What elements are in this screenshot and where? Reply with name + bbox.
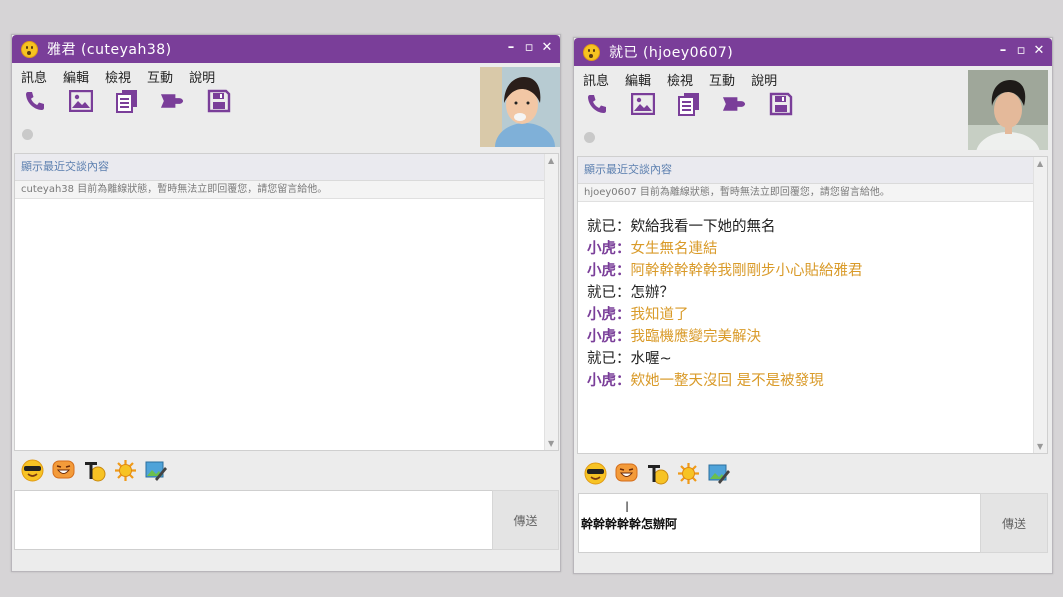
menu-message[interactable]: 訊息 [21,67,47,86]
files-icon[interactable] [114,88,139,113]
sunglasses-face-icon[interactable] [21,459,44,482]
scroll-down-icon[interactable]: ▼ [548,439,554,448]
sunglasses-face-icon[interactable] [584,462,607,485]
text-cursor-icon: I [625,500,630,516]
message-text: 我知道了 [630,307,689,323]
minimize-button[interactable]: – [504,40,518,56]
message-input[interactable]: I 幹幹幹幹幹怎辦阿 [578,493,981,553]
avatar[interactable] [968,70,1048,150]
chat-window-right: 就已 (hjoey0607) – ▫ ✕ 訊息 編輯 檢視 互動 說明 顯示最近… [573,37,1053,574]
chat-history[interactable]: 顯示最近交談內容 cuteyah38 目前為離線狀態，暫時無法立即回覆您，請您留… [14,153,559,451]
presence-indicator [22,129,33,140]
chat-message: 小虎：欸她一整天沒回 是不是被發現 [587,370,1047,392]
scroll-up-icon[interactable]: ▲ [1037,159,1043,168]
message-text: 阿幹幹幹幹幹我剛剛步小心貼給雅君 [630,263,863,279]
chat-message: 小虎：我臨機應變完美解決 [587,326,1047,348]
show-recent-link[interactable]: 顯示最近交談內容 [578,157,1047,184]
scroll-down-icon[interactable]: ▼ [1037,442,1043,451]
chat-history[interactable]: 顯示最近交談內容 hjoey0607 目前為離線狀態，暫時無法立即回覆您，請您留… [577,156,1048,454]
chat-message: 就已：怎辦？ [587,282,1047,304]
titlebar[interactable]: 就已 (hjoey0607) – ▫ ✕ [574,38,1052,66]
message-text: 怎辦？ [630,285,675,301]
menu-help[interactable]: 說明 [751,70,777,89]
menu-edit[interactable]: 編輯 [63,67,89,86]
save-icon[interactable] [768,91,793,116]
message-input-text: 幹幹幹幹幹怎辦阿 [581,517,678,531]
chat-message: 就已：水喔~ [587,348,1047,370]
scrollbar[interactable]: ▲ ▼ [544,154,558,450]
presence-indicator [584,132,595,143]
message-text: 欸她一整天沒回 是不是被發現 [630,373,824,389]
save-icon[interactable] [206,88,231,113]
menu-view[interactable]: 檢視 [667,70,693,89]
edit-image-icon[interactable] [145,459,168,482]
status-face-icon [21,40,38,58]
status-face-icon [583,43,600,61]
photo-icon[interactable] [68,88,93,113]
message-sender: 小虎： [587,307,631,323]
message-sender: 就已： [587,219,631,235]
laughing-face-icon[interactable] [52,459,75,482]
chat-message: 小虎：阿幹幹幹幹幹我剛剛步小心貼給雅君 [587,260,1047,282]
photo-icon[interactable] [630,91,655,116]
files-icon[interactable] [676,91,701,116]
font-style-icon[interactable] [83,459,106,482]
edit-image-icon[interactable] [708,462,731,485]
plugin-icon[interactable] [160,88,185,113]
message-text: 水喔~ [630,351,672,367]
menu-interact[interactable]: 互動 [709,70,735,89]
emoji-toolbar [584,462,731,485]
font-style-icon[interactable] [646,462,669,485]
menu-help[interactable]: 說明 [189,67,215,86]
emoji-toolbar [21,459,168,482]
menu-view[interactable]: 檢視 [105,67,131,86]
maximize-button[interactable]: ▫ [522,40,536,56]
offline-notice: hjoey0607 目前為離線狀態，暫時無法立即回覆您，請您留言給他。 [578,184,1047,202]
toolbar [22,88,231,113]
message-sender: 就已： [587,351,631,367]
minimize-button[interactable]: – [996,43,1010,59]
avatar[interactable] [480,67,560,147]
menu-message[interactable]: 訊息 [583,70,609,89]
message-list: 就已：欸給我看一下她的無名 小虎：女生無名連結 小虎：阿幹幹幹幹幹我剛剛步小心貼給雅… [578,202,1047,392]
send-button[interactable]: 傳送 [492,490,559,550]
message-text: 女生無名連結 [630,241,718,257]
show-recent-link[interactable]: 顯示最近交談內容 [15,154,558,181]
chat-message: 小虎：我知道了 [587,304,1047,326]
send-button[interactable]: 傳送 [980,493,1048,553]
message-input[interactable] [14,490,493,550]
window-title: 雅君 (cuteyah38) [47,42,172,58]
message-sender: 小虎： [587,329,631,345]
scrollbar[interactable]: ▲ ▼ [1033,157,1047,453]
laughing-face-icon[interactable] [615,462,638,485]
window-title: 就已 (hjoey0607) [609,45,734,61]
message-text: 我臨機應變完美解決 [630,329,762,345]
message-text: 欸給我看一下她的無名 [630,219,776,235]
offline-notice: cuteyah38 目前為離線狀態，暫時無法立即回覆您，請您留言給他。 [15,181,558,199]
chat-window-left: 雅君 (cuteyah38) – ▫ ✕ 訊息 編輯 檢視 互動 說明 顯示最近… [11,34,561,572]
scroll-up-icon[interactable]: ▲ [548,156,554,165]
close-button[interactable]: ✕ [1032,43,1046,59]
menu-bar: 訊息 編輯 檢視 互動 說明 [583,70,793,89]
message-sender: 小虎： [587,373,631,389]
plugin-icon[interactable] [722,91,747,116]
message-sender: 小虎： [587,241,631,257]
phone-icon[interactable] [22,88,47,113]
menu-edit[interactable]: 編輯 [625,70,651,89]
sun-icon[interactable] [677,462,700,485]
menu-interact[interactable]: 互動 [147,67,173,86]
phone-icon[interactable] [584,91,609,116]
message-sender: 小虎： [587,263,631,279]
chat-message: 就已：欸給我看一下她的無名 [587,216,1047,238]
toolbar [584,91,793,116]
message-sender: 就已： [587,285,631,301]
maximize-button[interactable]: ▫ [1014,43,1028,59]
chat-message: 小虎：女生無名連結 [587,238,1047,260]
sun-icon[interactable] [114,459,137,482]
menu-bar: 訊息 編輯 檢視 互動 說明 [21,67,231,86]
close-button[interactable]: ✕ [540,40,554,56]
titlebar[interactable]: 雅君 (cuteyah38) – ▫ ✕ [12,35,560,63]
